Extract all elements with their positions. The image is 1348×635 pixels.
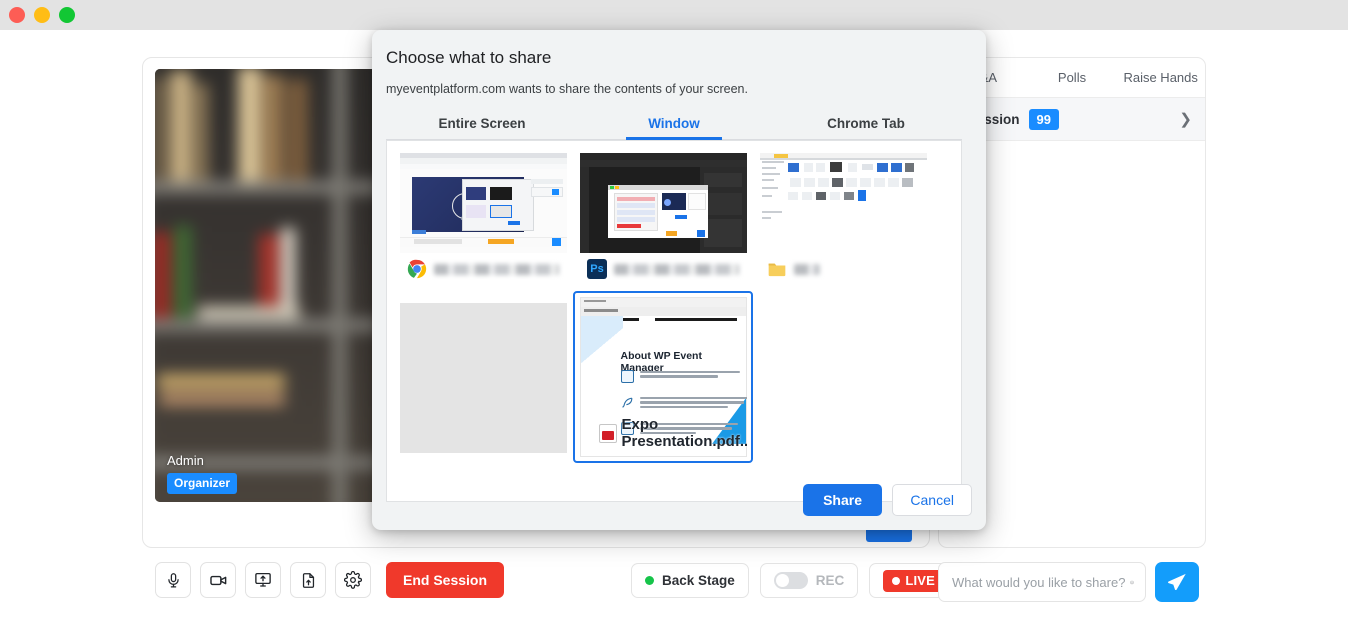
dialog-title: Choose what to share: [386, 48, 552, 67]
screen-share-icon: [255, 572, 271, 587]
microphone-button[interactable]: [155, 562, 191, 598]
tab-raise-hands[interactable]: Raise Hands: [1116, 58, 1205, 97]
record-toggle[interactable]: REC: [759, 563, 859, 598]
dialog-footer: Share Cancel: [372, 476, 986, 530]
screen-share-button[interactable]: [245, 562, 281, 598]
chat-composer: [938, 562, 1199, 602]
chrome-window-label: [399, 253, 567, 281]
video-camera-icon: [209, 575, 226, 585]
back-stage-label: Back Stage: [662, 573, 735, 588]
share-source-item[interactable]: [393, 147, 573, 287]
microphone-icon: [167, 572, 179, 588]
file-share-button[interactable]: [290, 562, 326, 598]
photoshop-window-title-blurred: [614, 263, 739, 275]
chat-input[interactable]: [950, 573, 1130, 591]
share-source-item[interactable]: [393, 291, 573, 463]
chat-input-wrapper[interactable]: [938, 562, 1146, 602]
back-stage-button[interactable]: Back Stage: [631, 563, 749, 598]
pdf-window-label: Expo Presentation.pdf...: [598, 416, 747, 450]
rec-label: REC: [815, 573, 845, 588]
share-button[interactable]: Share: [803, 484, 882, 516]
file-explorer-window-title-blurred: [794, 263, 820, 275]
toggle-knob: [775, 574, 789, 587]
meeting-controls: End Session: [155, 562, 505, 598]
participant-name-plate: Admin Organizer: [167, 453, 238, 494]
tab-polls[interactable]: Polls: [1028, 58, 1117, 97]
gear-icon: [344, 571, 362, 589]
chevron-right-icon[interactable]: ❯: [1179, 110, 1192, 128]
chrome-window-title-blurred: [434, 263, 559, 275]
traffic-lights: [9, 7, 75, 23]
pdf-window-thumbnail: About WP Event Manager Expo Presentation…: [579, 297, 747, 457]
photoshop-window-label: Ps: [579, 253, 747, 281]
photoshop-window-thumbnail: [579, 153, 747, 253]
image-icon: [620, 370, 634, 383]
record-toggle-switch[interactable]: [773, 572, 808, 589]
in-session-count-badge: 99: [1028, 108, 1059, 130]
live-label: LIVE: [905, 573, 936, 588]
cancel-button[interactable]: Cancel: [892, 484, 972, 516]
send-message-button[interactable]: [1155, 562, 1199, 602]
maximize-window-button[interactable]: [59, 7, 75, 23]
photoshop-icon: Ps: [587, 259, 607, 279]
share-source-item[interactable]: [753, 147, 933, 287]
share-source-list[interactable]: Ps About WP Event Manager Expo Presentat…: [386, 140, 962, 502]
pdf-icon: [598, 423, 617, 443]
live-dot-icon: [892, 576, 901, 585]
folder-icon: [767, 259, 787, 279]
minimize-window-button[interactable]: [34, 7, 50, 23]
chrome-window-thumbnail: [399, 153, 567, 253]
choose-what-to-share-dialog: Choose what to share myeventplatform.com…: [372, 30, 986, 530]
participant-name: Admin: [167, 453, 204, 468]
feather-pen-icon: [621, 396, 634, 409]
blank-window-thumbnail: [399, 297, 567, 457]
share-source-tabs: Entire Screen Window Chrome Tab: [386, 109, 962, 140]
tab-window[interactable]: Window: [578, 109, 770, 140]
file-explorer-window-label: [759, 253, 927, 281]
camera-button[interactable]: [200, 562, 236, 598]
tab-entire-screen[interactable]: Entire Screen: [386, 109, 578, 139]
settings-button[interactable]: [335, 562, 371, 598]
share-source-item[interactable]: Ps: [573, 147, 753, 287]
window-title-bar: [0, 0, 1348, 30]
back-stage-status-dot: [645, 576, 654, 585]
end-session-button[interactable]: End Session: [386, 562, 505, 598]
tab-chrome-tab[interactable]: Chrome Tab: [770, 109, 962, 139]
file-upload-icon: [302, 572, 314, 588]
close-window-button[interactable]: [9, 7, 25, 23]
live-badge: LIVE: [883, 569, 945, 592]
send-paper-plane-icon: [1168, 573, 1186, 591]
chrome-icon: [407, 259, 427, 279]
pdf-window-title: Expo Presentation.pdf...: [621, 416, 747, 450]
dialog-subtitle: myeventplatform.com wants to share the c…: [386, 82, 748, 96]
file-explorer-window-thumbnail: [759, 153, 927, 253]
role-badge: Organizer: [167, 473, 238, 494]
emoji-smiley-icon[interactable]: [1130, 574, 1134, 591]
share-source-item-selected[interactable]: About WP Event Manager Expo Presentation…: [573, 291, 753, 463]
